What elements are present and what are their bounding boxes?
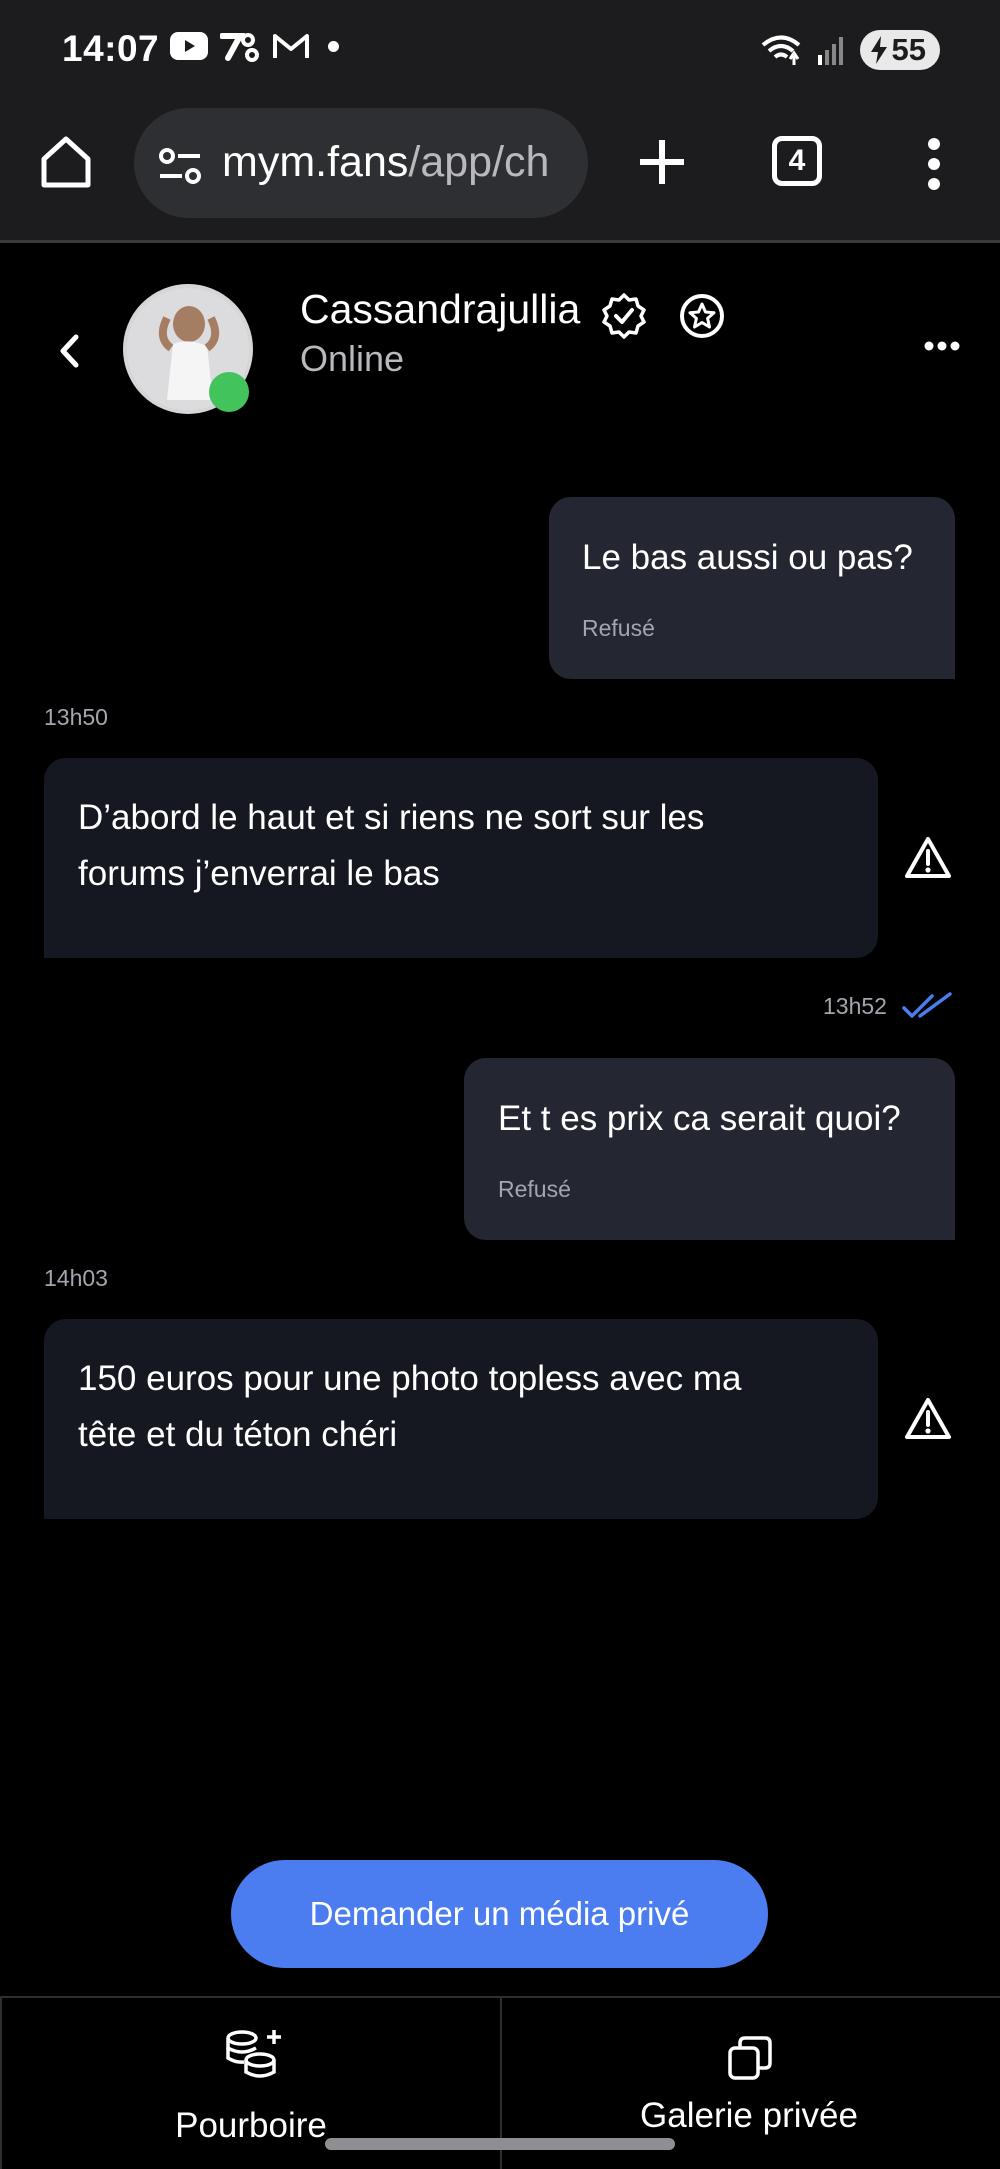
gallery-icon [728,2036,772,2080]
status-time: 14:07 [62,28,160,69]
message-time: 14h03 [44,1265,108,1291]
browser-toolbar: mym.fans/app/ch 4 [0,100,1000,243]
star-icon[interactable] [678,292,726,340]
message-text: Le bas aussi ou pas? [582,538,913,577]
message-incoming[interactable]: D’abord le haut et si riens ne sort sur … [44,758,878,958]
message-outgoing[interactable]: Le bas aussi ou pas? Refusé [549,497,955,679]
perplexity-icon [220,33,259,62]
back-button[interactable] [58,333,80,374]
message-outgoing[interactable]: Et t es prix ca serait quoi? Refusé [464,1058,955,1240]
plus-icon [640,140,684,184]
double-check-icon [902,992,952,1018]
message-text-line: forums j’enverrai le bas [78,854,440,893]
browser-menu-button[interactable] [914,136,954,192]
gmail-icon [273,34,309,58]
new-tab-button[interactable] [632,132,692,192]
charging-icon [870,36,887,64]
message-status: Refusé [498,1176,571,1202]
back-icon [60,334,79,368]
home-indicator[interactable] [325,2138,675,2150]
battery-indicator: 55 [859,30,940,70]
tabs-button[interactable]: 4 [772,136,822,186]
home-icon [41,136,91,188]
signal-icon [817,37,843,65]
battery-level: 55 [891,32,926,67]
tune-icon[interactable] [158,146,202,186]
more-icon[interactable] [924,338,960,354]
url-host: mym.fans [222,138,409,186]
youtube-icon [170,32,208,60]
wifi-icon [761,35,800,65]
kebab-menu-icon [928,138,940,190]
warning-icon[interactable] [904,836,952,880]
message-text: Et t es prix ca serait quoi? [498,1099,901,1138]
warning-icon[interactable] [904,1397,952,1441]
message-incoming[interactable]: 150 euros pour une photo topless avec ma… [44,1319,878,1519]
message-text-line: D’abord le haut et si riens ne sort sur … [78,798,705,837]
message-status: Refusé [582,615,655,641]
message-text-line: tête et du téton chéri [78,1415,398,1454]
notification-icons [170,30,339,62]
online-indicator [209,372,249,412]
home-button[interactable] [36,132,96,192]
message-time: 13h52 [823,993,887,1019]
notification-dot [328,40,339,52]
url-path: /app/ch [408,138,550,186]
contact-name[interactable]: Cassandrajullia [300,286,580,333]
private-gallery-label: Galerie privée [640,2096,858,2135]
contact-status: Online [300,338,405,379]
coins-plus-icon [226,2030,281,2078]
message-time: 13h50 [44,704,108,730]
request-private-media-button[interactable]: Demander un média privé [231,1860,768,1968]
address-bar[interactable]: mym.fans/app/ch [134,108,588,218]
message-text-line: 150 euros pour une photo topless avec ma [78,1359,742,1398]
url-text: mym.fans/app/ch [222,138,549,187]
verified-icon [602,293,646,339]
status-bar: 14:07 55 [0,0,1000,100]
